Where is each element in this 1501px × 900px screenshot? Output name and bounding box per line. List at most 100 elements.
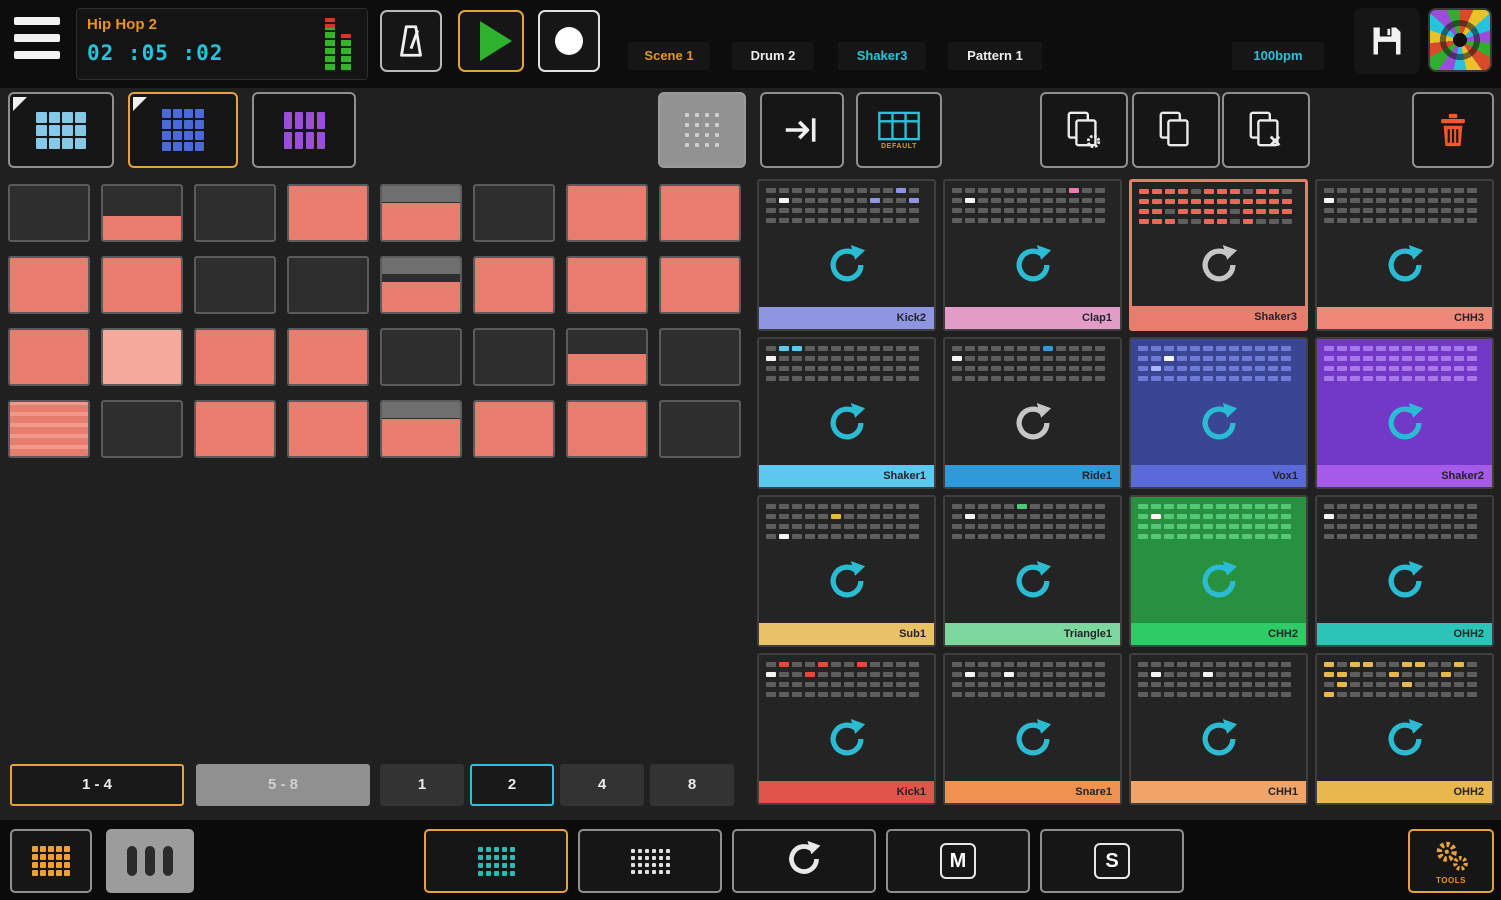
pattern-pad-26[interactable]: [101, 400, 183, 458]
pattern-pad-12[interactable]: [287, 256, 369, 314]
copy-button[interactable]: [1132, 92, 1220, 168]
instrument-tile-chh3[interactable]: CHH3: [1315, 179, 1494, 331]
pattern-pad-13[interactable]: [380, 256, 462, 314]
instrument-tile-kick1[interactable]: Kick1: [757, 653, 936, 805]
instrument-tile-shaker1[interactable]: Shaker1: [757, 337, 936, 489]
instrument-tile-sub1[interactable]: Sub1: [757, 495, 936, 647]
bpm-label[interactable]: 100bpm: [1232, 42, 1324, 70]
solo-button[interactable]: S: [1040, 829, 1184, 893]
pattern-pad-22[interactable]: [473, 328, 555, 386]
pattern-pad-31[interactable]: [566, 400, 648, 458]
page-1-button[interactable]: 1: [380, 764, 464, 806]
instrument-tile-vox1[interactable]: Vox1: [1129, 337, 1308, 489]
pattern-pad-28[interactable]: [287, 400, 369, 458]
mute-button[interactable]: M: [886, 829, 1030, 893]
pattern-pad-9[interactable]: [8, 256, 90, 314]
menu-icon[interactable]: [14, 17, 60, 59]
level-meter-icon: [325, 18, 355, 72]
copy-settings-button[interactable]: [1040, 92, 1128, 168]
pattern-pad-21[interactable]: [380, 328, 462, 386]
tile-loop-icon[interactable]: [1317, 381, 1492, 465]
metronome-button[interactable]: [380, 10, 442, 72]
tile-loop-icon[interactable]: [759, 539, 934, 623]
save-button[interactable]: [1354, 8, 1420, 74]
default-pattern-button[interactable]: DEFAULT: [856, 92, 942, 168]
instrument-tile-snare1[interactable]: Snare1: [943, 653, 1122, 805]
play-button[interactable]: [458, 10, 524, 72]
instrument-tile-triangle1[interactable]: Triangle1: [943, 495, 1122, 647]
view-bars-button[interactable]: [252, 92, 356, 168]
pattern-pad-8[interactable]: [659, 184, 741, 242]
instrument-tile-ohh2[interactable]: OHH2: [1315, 495, 1494, 647]
pattern-pad-30[interactable]: [473, 400, 555, 458]
pattern-pad-15[interactable]: [566, 256, 648, 314]
track-label[interactable]: Shaker3: [838, 42, 926, 70]
song-info-panel[interactable]: Hip Hop 2 02 :05 :02: [76, 8, 368, 80]
page-4-button[interactable]: 4: [560, 764, 644, 806]
drumkit-label[interactable]: Drum 2: [732, 42, 814, 70]
pattern-pad-11[interactable]: [194, 256, 276, 314]
instrument-tile-shaker2[interactable]: Shaker2: [1315, 337, 1494, 489]
pattern-pad-1[interactable]: [8, 184, 90, 242]
instrument-tile-ride1[interactable]: Ride1: [943, 337, 1122, 489]
pattern-pad-7[interactable]: [566, 184, 648, 242]
pattern-pad-14[interactable]: [473, 256, 555, 314]
page-8-button[interactable]: 8: [650, 764, 734, 806]
pattern-pad-10[interactable]: [101, 256, 183, 314]
tile-loop-icon[interactable]: [1317, 697, 1492, 781]
tools-button[interactable]: TOOLS: [1408, 829, 1494, 893]
tile-loop-icon[interactable]: [759, 697, 934, 781]
tile-loop-icon[interactable]: [1132, 224, 1305, 306]
pattern-pad-4[interactable]: [287, 184, 369, 242]
instrument-tile-ohh2[interactable]: OHH2: [1315, 653, 1494, 805]
tile-step-preview: [952, 188, 1113, 223]
pattern-pad-29[interactable]: [380, 400, 462, 458]
paste-clear-button[interactable]: [1222, 92, 1310, 168]
drum-grid-button[interactable]: [10, 829, 92, 893]
tile-loop-icon[interactable]: [759, 223, 934, 307]
pattern-pad-23[interactable]: [566, 328, 648, 386]
tile-loop-icon[interactable]: [1131, 381, 1306, 465]
pattern-pad-24[interactable]: [659, 328, 741, 386]
view-pads-button[interactable]: [8, 92, 114, 168]
tile-loop-icon[interactable]: [759, 381, 934, 465]
app-logo-icon[interactable]: [1428, 8, 1492, 72]
pattern-pad-3[interactable]: [194, 184, 276, 242]
jump-to-end-button[interactable]: [760, 92, 844, 168]
pattern-pad-5[interactable]: [380, 184, 462, 242]
grid-view-button[interactable]: [578, 829, 722, 893]
instrument-tile-clap1[interactable]: Clap1: [943, 179, 1122, 331]
tile-loop-icon[interactable]: [1317, 223, 1492, 307]
record-button[interactable]: [538, 10, 600, 72]
pattern-pad-27[interactable]: [194, 400, 276, 458]
view-grid-button[interactable]: [128, 92, 238, 168]
page-range-1-4-button[interactable]: 1 - 4: [10, 764, 184, 806]
tile-loop-icon[interactable]: [1131, 697, 1306, 781]
tile-loop-icon[interactable]: [945, 697, 1120, 781]
delete-button[interactable]: [1412, 92, 1494, 168]
pad-random-view-button[interactable]: [424, 829, 568, 893]
tile-loop-icon[interactable]: [1131, 539, 1306, 623]
pattern-pad-19[interactable]: [194, 328, 276, 386]
pattern-pad-25[interactable]: [8, 400, 90, 458]
instrument-tile-kick2[interactable]: Kick2: [757, 179, 936, 331]
instrument-tile-shaker3[interactable]: Shaker3: [1129, 179, 1308, 331]
pattern-pad-32[interactable]: [659, 400, 741, 458]
tile-label: Sub1: [759, 623, 934, 645]
loop-mode-button[interactable]: [732, 829, 876, 893]
page-2-button[interactable]: 2: [470, 764, 554, 806]
tile-loop-icon[interactable]: [1317, 539, 1492, 623]
instrument-tile-chh1[interactable]: CHH1: [1129, 653, 1308, 805]
tile-loop-icon[interactable]: [945, 539, 1120, 623]
pattern-pad-6[interactable]: [473, 184, 555, 242]
pattern-pad-2[interactable]: [101, 184, 183, 242]
instrument-tile-chh2[interactable]: CHH2: [1129, 495, 1308, 647]
pattern-pad-18[interactable]: [101, 328, 183, 386]
tile-loop-icon[interactable]: [945, 223, 1120, 307]
tile-loop-icon[interactable]: [945, 381, 1120, 465]
pattern-label[interactable]: Pattern 1: [948, 42, 1042, 70]
pattern-pad-20[interactable]: [287, 328, 369, 386]
pattern-pad-16[interactable]: [659, 256, 741, 314]
scene-label[interactable]: Scene 1: [628, 42, 710, 70]
pattern-pad-17[interactable]: [8, 328, 90, 386]
